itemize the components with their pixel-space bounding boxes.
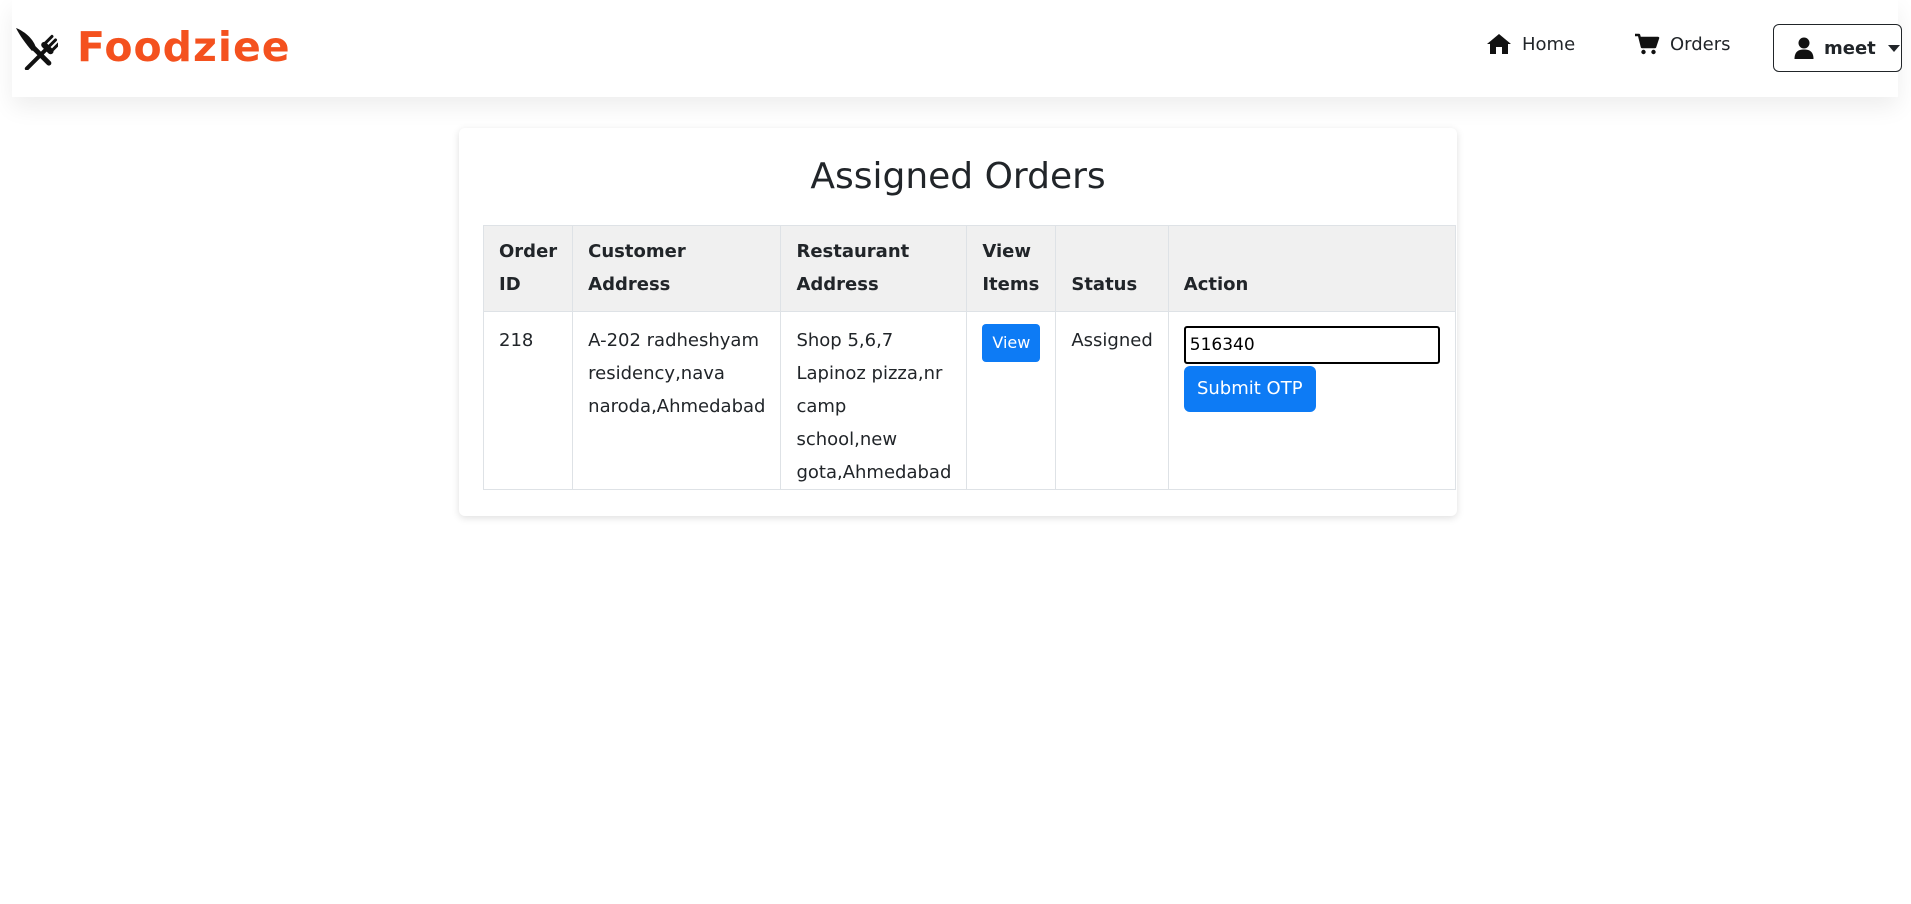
action-cell: Submit OTP xyxy=(1167,311,1456,490)
customer-address-cell: A-202 radheshyam residency,nava naroda,A… xyxy=(572,311,782,490)
home-icon xyxy=(1487,34,1511,54)
order-id-cell: 218 xyxy=(482,311,574,490)
brand-name: Foodziee xyxy=(77,23,291,71)
orders-table: Order ID Customer Address Restaurant Add… xyxy=(482,225,1456,490)
table-row: 218 A-202 radheshyam residency,nava naro… xyxy=(482,311,1456,490)
assigned-orders-card: Assigned Orders Order ID Customer Addres… xyxy=(459,128,1457,516)
view-items-cell: View xyxy=(966,311,1057,490)
cart-icon xyxy=(1635,33,1660,55)
navbar: Foodziee Home Orders meet xyxy=(12,0,1902,97)
table-header-row: Order ID Customer Address Restaurant Add… xyxy=(482,225,1456,312)
status-cell: Assigned xyxy=(1055,311,1169,490)
fork-knife-icon xyxy=(16,28,58,70)
column-header: Status xyxy=(1055,225,1169,312)
nav-home-label: Home xyxy=(1522,33,1576,55)
column-header: Customer Address xyxy=(572,225,782,312)
restaurant-address-cell: Shop 5,6,7 Lapinoz pizza,nr camp school,… xyxy=(780,311,968,490)
view-items-button[interactable]: View xyxy=(982,324,1041,362)
submit-otp-button[interactable]: Submit OTP xyxy=(1183,366,1316,412)
nav-orders-label: Orders xyxy=(1670,33,1731,55)
user-name: meet xyxy=(1824,37,1876,59)
chevron-down-icon xyxy=(1887,44,1900,52)
column-header: Restaurant Address xyxy=(780,225,968,312)
user-menu-button[interactable]: meet xyxy=(1773,24,1902,72)
column-header: Order ID xyxy=(482,225,574,312)
column-header: View Items xyxy=(966,225,1057,312)
column-header: Action xyxy=(1167,225,1456,312)
nav-orders-link[interactable]: Orders xyxy=(1634,33,1731,55)
brand-logo[interactable]: Foodziee xyxy=(12,24,291,70)
user-icon xyxy=(1794,37,1814,59)
otp-input[interactable] xyxy=(1183,326,1440,364)
page-title: Assigned Orders xyxy=(810,156,1106,197)
nav-home-link[interactable]: Home xyxy=(1486,33,1575,55)
